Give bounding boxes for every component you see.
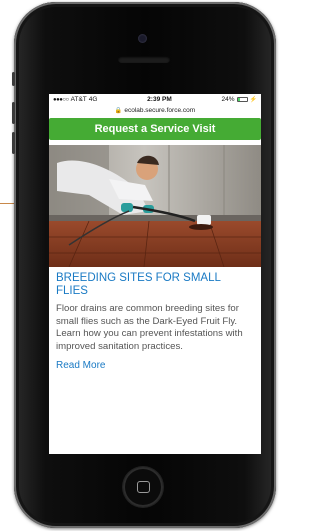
signal-icon: ●●●○○: [53, 96, 69, 103]
volume-down-button: [12, 132, 15, 154]
carrier-label: AT&T: [70, 96, 87, 103]
battery-icon: [236, 97, 248, 102]
iphone-frame: ●●●○○ AT&T 4G 2:39 PM 24% ⚡ 🔒 ecolab.sec…: [12, 2, 276, 528]
article-title-line-1: BREEDING SITES FOR SMALL: [56, 272, 221, 284]
article-title-line-2: FLIES: [56, 285, 88, 297]
network-label: 4G: [88, 96, 98, 103]
article-title[interactable]: BREEDING SITES FOR SMALL FLIES: [56, 272, 254, 298]
volume-up-button: [12, 102, 15, 124]
phone-screen: ●●●○○ AT&T 4G 2:39 PM 24% ⚡ 🔒 ecolab.sec…: [49, 94, 261, 454]
front-camera: [138, 34, 147, 43]
mute-switch: [12, 72, 15, 86]
address-bar[interactable]: 🔒 ecolab.secure.force.com: [49, 105, 261, 115]
status-time: 2:39 PM: [147, 96, 172, 103]
home-button[interactable]: [123, 467, 163, 507]
earpiece-speaker: [118, 56, 170, 63]
article-hero-image[interactable]: [49, 145, 261, 267]
battery-percent: 24%: [221, 96, 235, 103]
article-body: Floor drains are common breeding sites f…: [56, 303, 243, 352]
charging-icon: ⚡: [249, 97, 257, 103]
lock-icon: 🔒: [114, 107, 123, 114]
url-text: ecolab.secure.force.com: [124, 106, 196, 114]
home-button-icon: [136, 481, 150, 493]
read-more-link[interactable]: Read More: [56, 360, 105, 371]
article-card: BREEDING SITES FOR SMALL FLIES Floor dra…: [49, 267, 261, 373]
request-service-visit-button[interactable]: Request a Service Visit: [49, 118, 261, 140]
status-bar: ●●●○○ AT&T 4G 2:39 PM 24% ⚡: [49, 94, 261, 105]
